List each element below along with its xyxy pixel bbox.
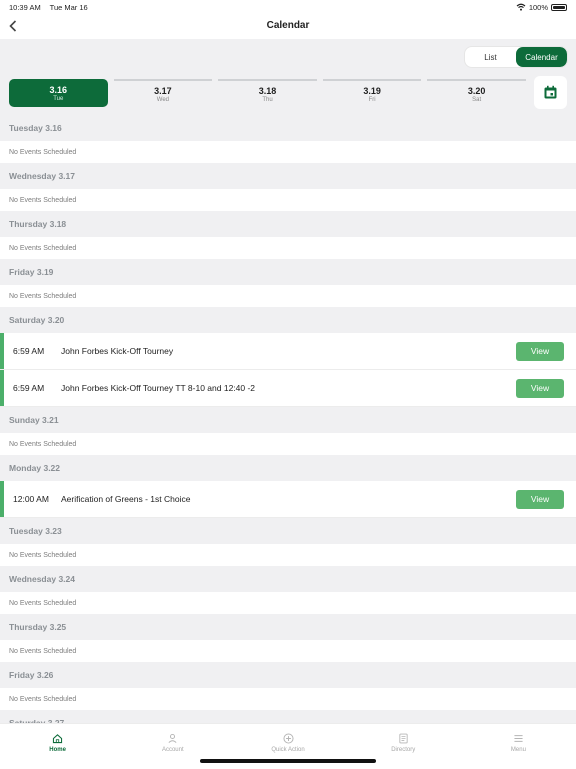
day-weekday: Sat xyxy=(472,96,482,103)
status-left: 10:39 AM Tue Mar 16 xyxy=(9,3,95,12)
day-header: Saturday 3.20 xyxy=(0,307,576,333)
tab-label: Directory xyxy=(391,747,416,753)
event-time: 6:59 AM xyxy=(13,346,45,356)
day-header: Tuesday 3.23 xyxy=(0,518,576,544)
page-title: Calendar xyxy=(266,20,310,31)
day-number: 3.20 xyxy=(467,85,486,96)
no-events-text: No Events Scheduled xyxy=(0,189,576,211)
day-tab[interactable]: 3.20 Sat xyxy=(427,79,526,107)
day-number: 3.18 xyxy=(258,85,277,96)
day-tab[interactable]: 3.16 Tue xyxy=(9,79,108,107)
day-tab[interactable]: 3.19 Fri xyxy=(322,79,422,107)
wifi-icon xyxy=(516,3,526,11)
list-view-button[interactable]: List xyxy=(465,47,516,67)
event-row: 12:00 AM Aerification of Greens - 1st Cho… xyxy=(0,481,576,518)
calendar-picker-button[interactable] xyxy=(534,76,567,109)
home-icon xyxy=(53,734,63,744)
event-title: John Forbes Kick-Off Tourney TT 8-10 and… xyxy=(61,383,256,393)
account-icon xyxy=(168,733,177,743)
day-header: Sunday 3.21 xyxy=(0,407,576,433)
calendar-view-button[interactable]: Calendar xyxy=(516,47,567,67)
tab-label: Account xyxy=(161,747,184,753)
event-row: 6:59 AM John Forbes Kick-Off Tourney TT 8… xyxy=(0,370,576,407)
no-events-text: No Events Scheduled xyxy=(0,640,576,662)
no-events-text: No Events Scheduled xyxy=(0,285,576,307)
tab-label: Menu xyxy=(510,747,526,753)
no-events-text: No Events Scheduled xyxy=(0,433,576,455)
no-events-text: No Events Scheduled xyxy=(0,688,576,710)
day-number: 3.16 xyxy=(49,84,68,95)
view-button[interactable]: View xyxy=(516,378,564,398)
day-tab[interactable]: 3.17 Wed xyxy=(113,79,213,107)
event-title: John Forbes Kick-Off Tourney xyxy=(61,346,174,356)
event-time: 12:00 AM xyxy=(13,494,49,504)
calendar-controls: List Calendar 3.16 Tue 3.17 Wed 3.18 Thu 3.19 F… xyxy=(0,39,576,115)
event-row: 6:59 AM John Forbes Kick-Off Tourney View xyxy=(0,333,576,370)
day-tab[interactable]: 3.18 Thu xyxy=(218,79,317,107)
view-toggle: List Calendar xyxy=(465,47,567,67)
status-date: Tue Mar 16 xyxy=(49,2,88,12)
day-number: 3.19 xyxy=(363,85,381,96)
day-weekday: Tue xyxy=(53,95,64,102)
day-weekday: Fri xyxy=(368,96,376,103)
battery-icon xyxy=(551,3,567,11)
day-header: Monday 3.22 xyxy=(0,455,576,481)
battery-percent: 100% xyxy=(528,2,548,12)
day-header: Friday 3.26 xyxy=(0,662,576,688)
day-header: Saturday 3.27 xyxy=(0,710,576,723)
day-number: 3.17 xyxy=(154,85,172,96)
no-events-text: No Events Scheduled xyxy=(0,237,576,259)
event-list[interactable]: Tuesday 3.16 No Events Scheduled Wednesday… xyxy=(0,115,576,723)
view-button[interactable]: View xyxy=(516,341,564,361)
day-header: Friday 3.19 xyxy=(0,259,576,285)
status-bar: 10:39 AM Tue Mar 16 100% xyxy=(0,0,576,14)
tab-label: Home xyxy=(49,747,66,753)
home-indicator xyxy=(200,759,376,763)
nav-bar: Calendar xyxy=(0,14,576,40)
no-events-text: No Events Scheduled xyxy=(0,592,576,614)
day-weekday: Wed xyxy=(156,96,169,103)
tab-label: Quick Action xyxy=(271,747,305,753)
status-time: 10:39 AM xyxy=(9,2,41,12)
day-header: Tuesday 3.16 xyxy=(0,115,576,141)
tab-menu[interactable]: Menu xyxy=(461,724,576,769)
view-button[interactable]: View xyxy=(516,489,564,509)
menu-icon xyxy=(514,735,523,742)
day-strip: 3.16 Tue 3.17 Wed 3.18 Thu 3.19 Fri 3.20 Sat xyxy=(9,79,526,107)
event-time: 6:59 AM xyxy=(13,383,45,393)
event-title: Aerification of Greens - 1st Choice xyxy=(61,494,191,504)
plus-circle-icon xyxy=(282,733,294,744)
day-header: Wednesday 3.24 xyxy=(0,566,576,592)
day-header: Thursday 3.25 xyxy=(0,614,576,640)
no-events-text: No Events Scheduled xyxy=(0,544,576,566)
directory-icon xyxy=(399,733,408,744)
no-events-text: No Events Scheduled xyxy=(0,141,576,163)
calendar-icon xyxy=(544,85,557,99)
tab-home[interactable]: Home xyxy=(0,724,115,769)
day-header: Thursday 3.18 xyxy=(0,211,576,237)
day-weekday: Thu xyxy=(262,96,273,103)
status-right: 100% xyxy=(516,3,567,12)
day-header: Wednesday 3.17 xyxy=(0,163,576,189)
